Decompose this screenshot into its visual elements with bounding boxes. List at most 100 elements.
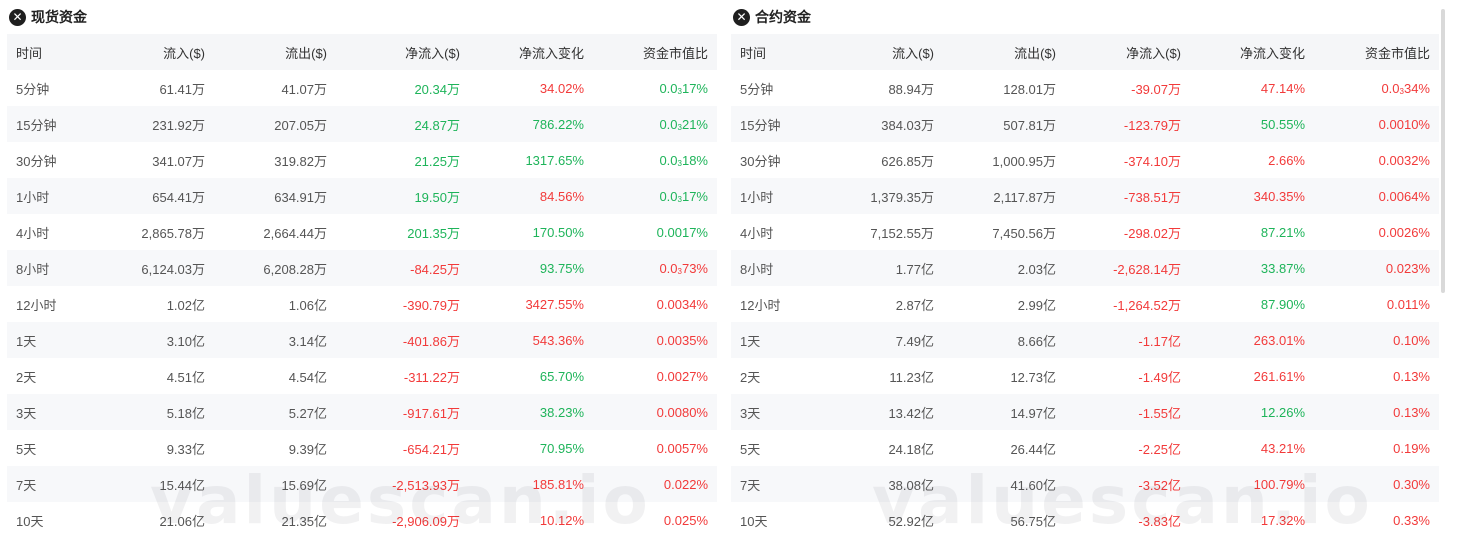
net-inflow-cell: -311.22万 xyxy=(403,369,460,385)
inflow-cell: 7,152.55万 xyxy=(870,225,934,241)
inflow-cell: 3.10亿 xyxy=(102,322,214,358)
table-row: 15分钟 384.03万 507.81万 -123.79万 50.55% 0.0010% xyxy=(731,106,1439,142)
table-row: 2天 4.51亿 4.54亿 -311.22万 65.70% 0.0027% xyxy=(7,358,717,394)
net-inflow-cell: -1.17亿 xyxy=(1065,322,1190,358)
inflow-cell: 21.06亿 xyxy=(159,513,205,529)
column-header-time: 时间 xyxy=(731,34,826,70)
net-inflow-cell: -2,906.09万 xyxy=(392,513,460,529)
time-cell: 2天 xyxy=(740,369,761,385)
spot-funds-panel: ✕ 现货资金 时间 流入($) 流出($) 净流入($) 净流入变化 资金市值比… xyxy=(7,0,717,538)
table-row: 1天 3.10亿 3.14亿 -401.86万 543.36% 0.0035% xyxy=(7,322,717,358)
time-cell: 30分钟 xyxy=(16,153,57,169)
close-circle-icon[interactable]: ✕ xyxy=(733,8,750,26)
ratio-cell: 0.13% xyxy=(1314,394,1439,430)
ratio-cell: 0.0026% xyxy=(1378,224,1430,240)
net-inflow-cell: -654.21万 xyxy=(402,441,460,457)
table-row: 2天 11.23亿 12.73亿 -1.49亿 261.61% 0.13% xyxy=(731,358,1439,394)
outflow-cell: 319.82万 xyxy=(274,153,327,169)
net-inflow-cell: -1.49亿 xyxy=(1138,369,1181,385)
net-inflow-cell: 20.34万 xyxy=(414,81,460,97)
table-row: 10天 52.92亿 56.75亿 -3.83亿 17.32% 0.33% xyxy=(731,502,1439,538)
table-row: 7天 38.08亿 41.60亿 -3.52亿 100.79% 0.30% xyxy=(731,466,1439,502)
net-change-cell: 65.70% xyxy=(539,368,584,384)
scrollbar[interactable] xyxy=(1441,9,1445,293)
ratio-cell: 0.33% xyxy=(1393,512,1430,528)
outflow-cell: 128.01万 xyxy=(1003,81,1056,97)
outflow-cell: 2,117.87万 xyxy=(943,178,1065,214)
ratio-cell: 0.0373% xyxy=(593,250,717,286)
column-header-net-change: 净流入变化 xyxy=(469,34,593,70)
ratio-cell: 0.10% xyxy=(1314,322,1439,358)
inflow-cell: 1.02亿 xyxy=(166,297,205,313)
table-row: 5分钟 61.41万 41.07万 20.34万 34.02% 0.0317% xyxy=(7,70,717,106)
inflow-cell: 13.42亿 xyxy=(826,394,943,430)
inflow-cell: 6,124.03万 xyxy=(102,250,214,286)
net-change-cell: 38.23% xyxy=(469,394,593,430)
futures-funds-table: 时间 流入($) 流出($) 净流入($) 净流入变化 资金市值比 5分钟 88.… xyxy=(731,34,1439,538)
net-inflow-cell: -917.61万 xyxy=(336,394,469,430)
spot-funds-header: ✕ 现货资金 xyxy=(7,0,717,34)
ratio-cell: 0.025% xyxy=(663,512,708,528)
outflow-cell: 634.91万 xyxy=(214,178,336,214)
table-row: 3天 5.18亿 5.27亿 -917.61万 38.23% 0.0080% xyxy=(7,394,717,430)
column-header-outflow: 流出($) xyxy=(943,34,1065,70)
table-row: 15分钟 231.92万 207.05万 24.87万 786.22% 0.0321% xyxy=(7,106,717,142)
table-header-row: 时间 流入($) 流出($) 净流入($) 净流入变化 资金市值比 xyxy=(7,34,717,70)
net-inflow-cell: -123.79万 xyxy=(1065,106,1190,142)
net-change-cell: 87.90% xyxy=(1260,296,1305,312)
column-header-ratio: 资金市值比 xyxy=(1314,34,1439,70)
ratio-cell: 0.30% xyxy=(1314,466,1439,502)
net-change-cell: 1317.65% xyxy=(525,152,584,168)
ratio-cell: 0.0080% xyxy=(593,394,717,430)
net-change-cell: 34.02% xyxy=(539,80,584,96)
net-change-cell: 33.87% xyxy=(1190,250,1314,286)
table-row: 8小时 1.77亿 2.03亿 -2,628.14万 33.87% 0.023% xyxy=(731,250,1439,286)
ratio-cell: 0.0317% xyxy=(659,80,708,96)
net-inflow-cell: -1.55亿 xyxy=(1065,394,1190,430)
inflow-cell: 1,379.35万 xyxy=(826,178,943,214)
ratio-cell: 0.0035% xyxy=(593,322,717,358)
inflow-cell: 5.18亿 xyxy=(102,394,214,430)
net-inflow-cell: 201.35万 xyxy=(407,225,460,241)
ratio-cell: 0.022% xyxy=(593,466,717,502)
table-row: 5天 24.18亿 26.44亿 -2.25亿 43.21% 0.19% xyxy=(731,430,1439,466)
net-inflow-cell: 19.50万 xyxy=(336,178,469,214)
column-header-net-inflow: 净流入($) xyxy=(1065,34,1190,70)
ratio-cell: 0.0017% xyxy=(656,224,708,240)
outflow-cell: 56.75亿 xyxy=(1010,513,1056,529)
ratio-cell: 0.0334% xyxy=(1381,80,1430,96)
outflow-cell: 8.66亿 xyxy=(943,322,1065,358)
table-row: 7天 15.44亿 15.69亿 -2,513.93万 185.81% 0.022% xyxy=(7,466,717,502)
net-inflow-cell: -374.10万 xyxy=(1123,153,1181,169)
outflow-cell: 9.39亿 xyxy=(288,441,327,457)
inflow-cell: 654.41万 xyxy=(102,178,214,214)
net-change-cell: 2.66% xyxy=(1268,152,1305,168)
time-cell: 8小时 xyxy=(731,250,826,286)
column-header-net-inflow: 净流入($) xyxy=(336,34,469,70)
net-change-cell: 70.95% xyxy=(539,440,584,456)
table-row: 1小时 654.41万 634.91万 19.50万 84.56% 0.0317% xyxy=(7,178,717,214)
column-header-inflow: 流入($) xyxy=(102,34,214,70)
time-cell: 7天 xyxy=(7,466,102,502)
net-change-cell: 87.21% xyxy=(1260,224,1305,240)
time-cell: 10天 xyxy=(16,513,44,529)
table-row: 3天 13.42亿 14.97亿 -1.55亿 12.26% 0.13% xyxy=(731,394,1439,430)
table-row: 12小时 1.02亿 1.06亿 -390.79万 3427.55% 0.0034% xyxy=(7,286,717,322)
inflow-cell: 7.49亿 xyxy=(826,322,943,358)
time-cell: 5分钟 xyxy=(740,81,774,97)
net-change-cell: 100.79% xyxy=(1190,466,1314,502)
outflow-cell: 15.69亿 xyxy=(214,466,336,502)
time-cell: 4小时 xyxy=(16,225,50,241)
inflow-cell: 61.41万 xyxy=(159,81,205,97)
inflow-cell: 15.44亿 xyxy=(102,466,214,502)
outflow-cell: 3.14亿 xyxy=(214,322,336,358)
inflow-cell: 1.77亿 xyxy=(826,250,943,286)
close-circle-icon[interactable]: ✕ xyxy=(9,8,26,26)
net-change-cell: 50.55% xyxy=(1190,106,1314,142)
outflow-cell: 26.44亿 xyxy=(1010,441,1056,457)
outflow-cell: 7,450.56万 xyxy=(992,225,1056,241)
ratio-cell: 0.0321% xyxy=(593,106,717,142)
futures-funds-panel: ✕ 合约资金 时间 流入($) 流出($) 净流入($) 净流入变化 资金市值比… xyxy=(731,0,1439,538)
inflow-cell: 9.33亿 xyxy=(166,441,205,457)
outflow-cell: 2.03亿 xyxy=(943,250,1065,286)
